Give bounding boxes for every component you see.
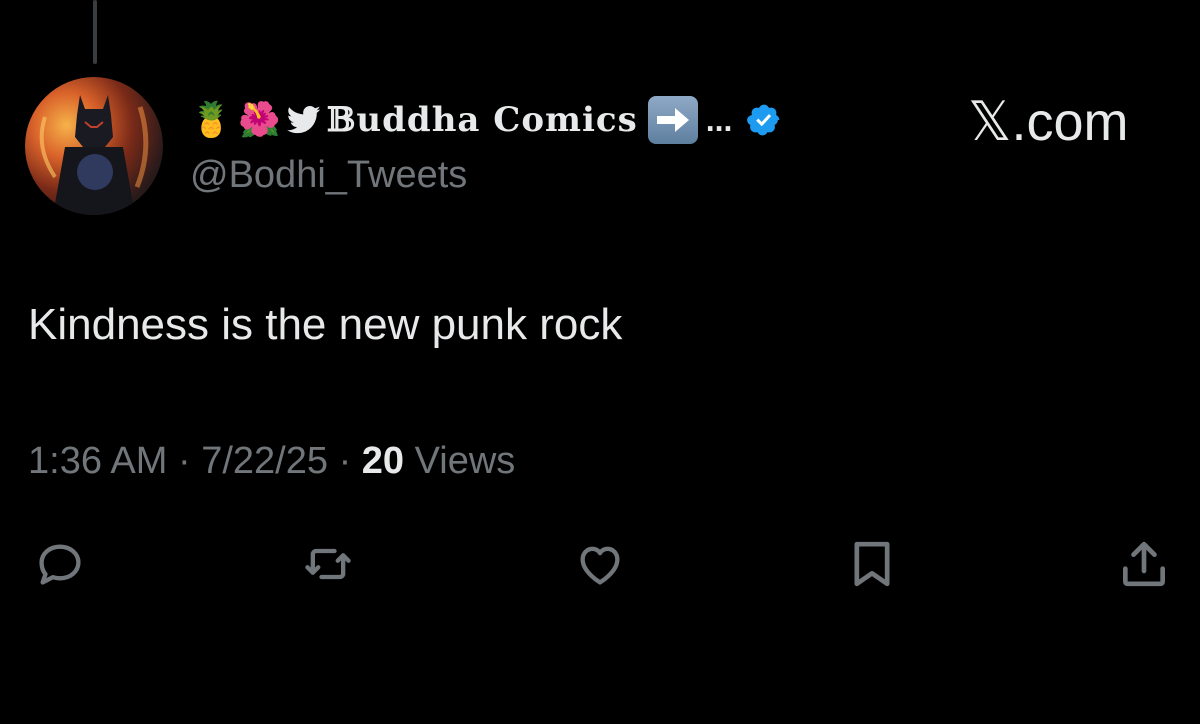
meta-separator: · xyxy=(177,440,191,482)
twitter-bird-icon xyxy=(286,105,321,135)
retweet-icon xyxy=(305,548,351,580)
reply-button[interactable] xyxy=(30,534,90,594)
share-button[interactable] xyxy=(1114,534,1174,594)
pineapple-emoji: 🍍 xyxy=(190,100,233,140)
author-handle[interactable]: @Bodhi_Tweets xyxy=(190,154,467,197)
tweet-metadata: 1:36 AM · 7/22/25 · 20 Views xyxy=(28,440,515,483)
bookmark-button[interactable] xyxy=(842,534,902,594)
share-icon xyxy=(1123,541,1165,587)
reply-icon xyxy=(39,544,81,585)
meta-separator: · xyxy=(338,440,352,482)
tweet-actions-bar xyxy=(0,534,1200,594)
name-truncation-ellipsis: ... xyxy=(705,101,733,138)
tweet-date[interactable]: 7/22/25 xyxy=(201,440,328,482)
views-count: 20 xyxy=(361,440,405,482)
avatar-image xyxy=(39,95,149,215)
tweet-time[interactable]: 1:36 AM xyxy=(28,440,167,482)
bookmark-icon xyxy=(854,541,890,587)
avatar[interactable] xyxy=(25,77,163,215)
like-button[interactable] xyxy=(570,534,630,594)
thread-connector-line xyxy=(93,0,97,64)
retweet-button[interactable] xyxy=(298,534,358,594)
x-com-watermark: 𝕏.com xyxy=(968,92,1129,152)
author-display-name: 𝔹uddha Comics xyxy=(326,100,638,140)
heart-icon xyxy=(580,546,620,585)
views-label: Views xyxy=(414,440,516,482)
tweet-text: Kindness is the new punk rock xyxy=(28,300,623,349)
hibiscus-emoji: 🌺 xyxy=(238,100,281,140)
author-name-row[interactable]: 🍍 🌺 𝔹uddha Comics ... xyxy=(190,92,782,148)
right-arrow-emoji xyxy=(647,96,698,144)
verified-badge-icon xyxy=(746,102,782,138)
